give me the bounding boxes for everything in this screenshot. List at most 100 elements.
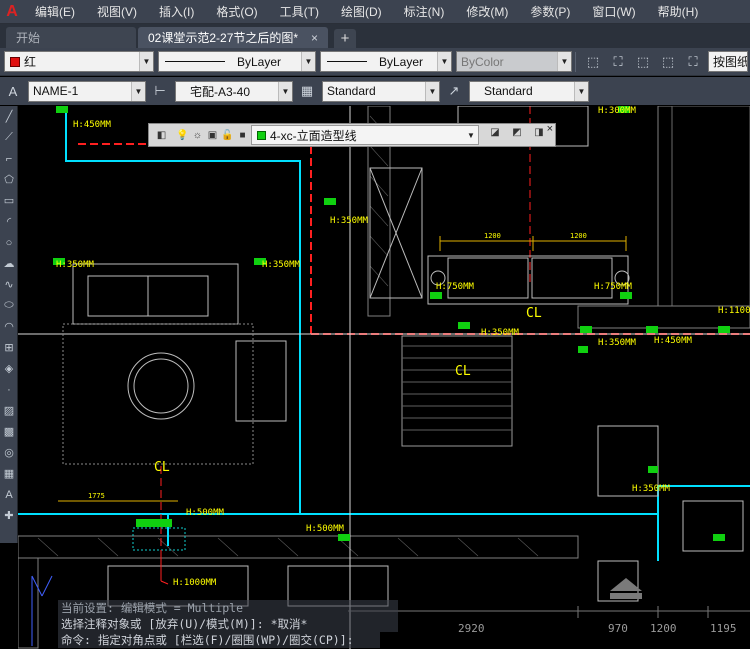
dim-style-dropdown[interactable]: 宅配-A3-40 ▼ bbox=[175, 80, 293, 102]
height-label: H:350MM bbox=[56, 260, 94, 270]
tab-drawing[interactable]: 02课堂示范2-27节之后的图* × bbox=[138, 27, 328, 48]
add-selected-icon[interactable]: ✚ bbox=[0, 505, 18, 526]
height-label: H:1100MM bbox=[718, 306, 750, 316]
layer-color-icon[interactable]: ■ bbox=[236, 128, 249, 142]
construction-line-icon[interactable]: ⟋ bbox=[0, 127, 18, 148]
gradient-icon[interactable]: ▩ bbox=[0, 421, 18, 442]
multileader-style-value: Standard bbox=[484, 84, 533, 98]
select-window-icon[interactable]: ⬚ bbox=[582, 51, 604, 73]
search-field[interactable]: 按图纸空 bbox=[708, 51, 748, 72]
viewport-freeze-icon[interactable]: ▣ bbox=[206, 128, 219, 142]
polyline-icon[interactable]: ⌐ bbox=[0, 148, 18, 169]
layer-color-swatch bbox=[257, 130, 266, 140]
zoom-all-icon[interactable]: ⛶ bbox=[682, 51, 704, 73]
circle-icon[interactable]: ○ bbox=[0, 232, 18, 253]
menu-bar: A 编辑(E) 视图(V) 插入(I) 格式(O) 工具(T) 绘图(D) 标注… bbox=[0, 0, 750, 24]
menu-help[interactable]: 帮助(H) bbox=[647, 0, 710, 24]
text-style-dropdown[interactable]: NAME-1 ▼ bbox=[28, 80, 146, 102]
height-label: H:750MM bbox=[436, 282, 474, 292]
chevron-down-icon: ▼ bbox=[301, 52, 315, 71]
sun-icon[interactable]: ☼ bbox=[191, 128, 204, 142]
menu-window[interactable]: 窗口(W) bbox=[581, 0, 646, 24]
unlock-icon[interactable]: 🔓 bbox=[221, 128, 234, 142]
menu-insert[interactable]: 插入(I) bbox=[148, 0, 205, 24]
region-icon[interactable]: ◎ bbox=[0, 442, 18, 463]
rectangle-icon[interactable]: ▭ bbox=[0, 190, 18, 211]
chevron-down-icon: ▼ bbox=[131, 81, 145, 101]
zoom-window-icon[interactable]: ⬚ bbox=[632, 51, 654, 73]
line-preview bbox=[327, 61, 367, 62]
command-history-line: 选择注释对象或 [放弃(U)/模式(M)]: *取消* bbox=[58, 616, 398, 632]
dimension-label: 2920 bbox=[458, 622, 485, 635]
command-prompt[interactable]: 命令: 指定对角点或 [栏选(F)/圈围(WP)/圈交(CP)]: bbox=[58, 632, 380, 648]
spline-icon[interactable]: ∿ bbox=[0, 274, 18, 295]
dimension-label: 970 bbox=[608, 622, 628, 635]
layer-current-value: 4-xc-立面造型线 bbox=[270, 128, 357, 143]
zoom-previous-icon[interactable]: ⬚ bbox=[657, 51, 679, 73]
menu-view[interactable]: 视图(V) bbox=[86, 0, 148, 24]
ellipse-icon[interactable]: ⬭ bbox=[0, 295, 18, 316]
height-label: H:1000MM bbox=[173, 578, 217, 588]
chevron-down-icon: ▼ bbox=[437, 52, 451, 71]
lineweight-value: ByLayer bbox=[379, 54, 424, 69]
plotstyle-dropdown[interactable]: ByColor ▼ bbox=[456, 51, 572, 72]
table-icon[interactable]: ▦ bbox=[0, 463, 18, 484]
revision-cloud-icon[interactable]: ☁ bbox=[0, 253, 18, 274]
tab-start[interactable]: 开始 bbox=[6, 27, 136, 48]
table-style-dropdown[interactable]: Standard ▼ bbox=[322, 80, 440, 102]
close-icon[interactable]: × bbox=[311, 31, 318, 45]
toolbar-separator bbox=[575, 51, 576, 72]
plotstyle-value: ByColor bbox=[461, 54, 504, 69]
height-label: H:350MM bbox=[330, 216, 368, 226]
linetype-value: ByLayer bbox=[237, 54, 282, 69]
multileader-style-dropdown[interactable]: Standard ▼ bbox=[469, 80, 589, 102]
layer-properties-icon[interactable]: ◧ bbox=[155, 128, 168, 142]
menu-format[interactable]: 格式(O) bbox=[205, 0, 268, 24]
height-label: H:350MM bbox=[598, 338, 636, 348]
close-icon[interactable]: × bbox=[547, 123, 553, 135]
layer-dropdown[interactable]: 4-xc-立面造型线 ▼ bbox=[251, 125, 479, 145]
menu-draw[interactable]: 绘图(D) bbox=[330, 0, 393, 24]
ellipse-arc-icon[interactable]: ◠ bbox=[0, 316, 18, 337]
make-current-layer-icon[interactable]: ◪ bbox=[485, 125, 505, 139]
color-swatch bbox=[10, 56, 20, 67]
color-dropdown[interactable]: 红 ▼ bbox=[4, 51, 154, 72]
layer-tools: ◪ ◩ ◨ bbox=[483, 125, 549, 139]
chevron-down-icon: ▼ bbox=[467, 130, 475, 140]
multiline-text-icon[interactable]: A bbox=[0, 484, 18, 505]
color-value: 红 bbox=[24, 55, 37, 69]
hatch-icon[interactable]: ▨ bbox=[0, 400, 18, 421]
menu-tools[interactable]: 工具(T) bbox=[269, 0, 330, 24]
lightbulb-icon[interactable]: 💡 bbox=[176, 128, 189, 142]
properties-toolbar: 红 ▼ ByLayer ▼ ByLayer ▼ ByColor ▼ ⬚ ⛶ ⬚ … bbox=[0, 48, 750, 76]
make-block-icon[interactable]: ◈ bbox=[0, 358, 18, 379]
layer-previous-icon[interactable]: ◩ bbox=[507, 125, 527, 139]
point-icon[interactable]: · bbox=[0, 379, 18, 400]
app-logo-icon[interactable]: A bbox=[0, 0, 24, 24]
layer-toolbar: ◧ 💡 ☼ ▣ 🔓 ■ 4-xc-立面造型线 ▼ ◪ ◩ ◨ × bbox=[148, 123, 556, 147]
polygon-icon[interactable]: ⬠ bbox=[0, 169, 18, 190]
height-label: H:350MM bbox=[481, 328, 519, 338]
insert-block-icon[interactable]: ⊞ bbox=[0, 337, 18, 358]
height-label: H:350MM bbox=[632, 484, 670, 494]
search-value: 按图纸空 bbox=[713, 55, 747, 69]
centerline-label: CL bbox=[455, 364, 471, 379]
add-tab-button[interactable]: + bbox=[334, 29, 356, 48]
arc-icon[interactable]: ◜ bbox=[0, 211, 18, 232]
linetype-dropdown[interactable]: ByLayer ▼ bbox=[158, 51, 316, 72]
zoom-extents-icon[interactable]: ⛶ bbox=[607, 51, 629, 73]
dim-style-icon: ⊢ bbox=[154, 83, 166, 98]
chevron-down-icon: ▼ bbox=[139, 52, 153, 71]
chevron-down-icon: ▼ bbox=[278, 81, 292, 101]
menu-parameter[interactable]: 参数(P) bbox=[519, 0, 581, 24]
multileader-style-icon: ↗ bbox=[448, 83, 460, 98]
table-style-icon: ▦ bbox=[300, 83, 314, 98]
drawing-canvas[interactable]: H:450MM H:350MM H:350MM H:350MM H:750MM … bbox=[18, 106, 750, 649]
text-style-value: NAME-1 bbox=[33, 84, 79, 98]
menu-edit[interactable]: 编辑(E) bbox=[24, 0, 86, 24]
menu-dimension[interactable]: 标注(N) bbox=[393, 0, 456, 24]
line-preview bbox=[165, 61, 225, 62]
menu-modify[interactable]: 修改(M) bbox=[455, 0, 519, 24]
lineweight-dropdown[interactable]: ByLayer ▼ bbox=[320, 51, 452, 72]
line-tool-icon[interactable]: ╱ bbox=[0, 106, 18, 127]
